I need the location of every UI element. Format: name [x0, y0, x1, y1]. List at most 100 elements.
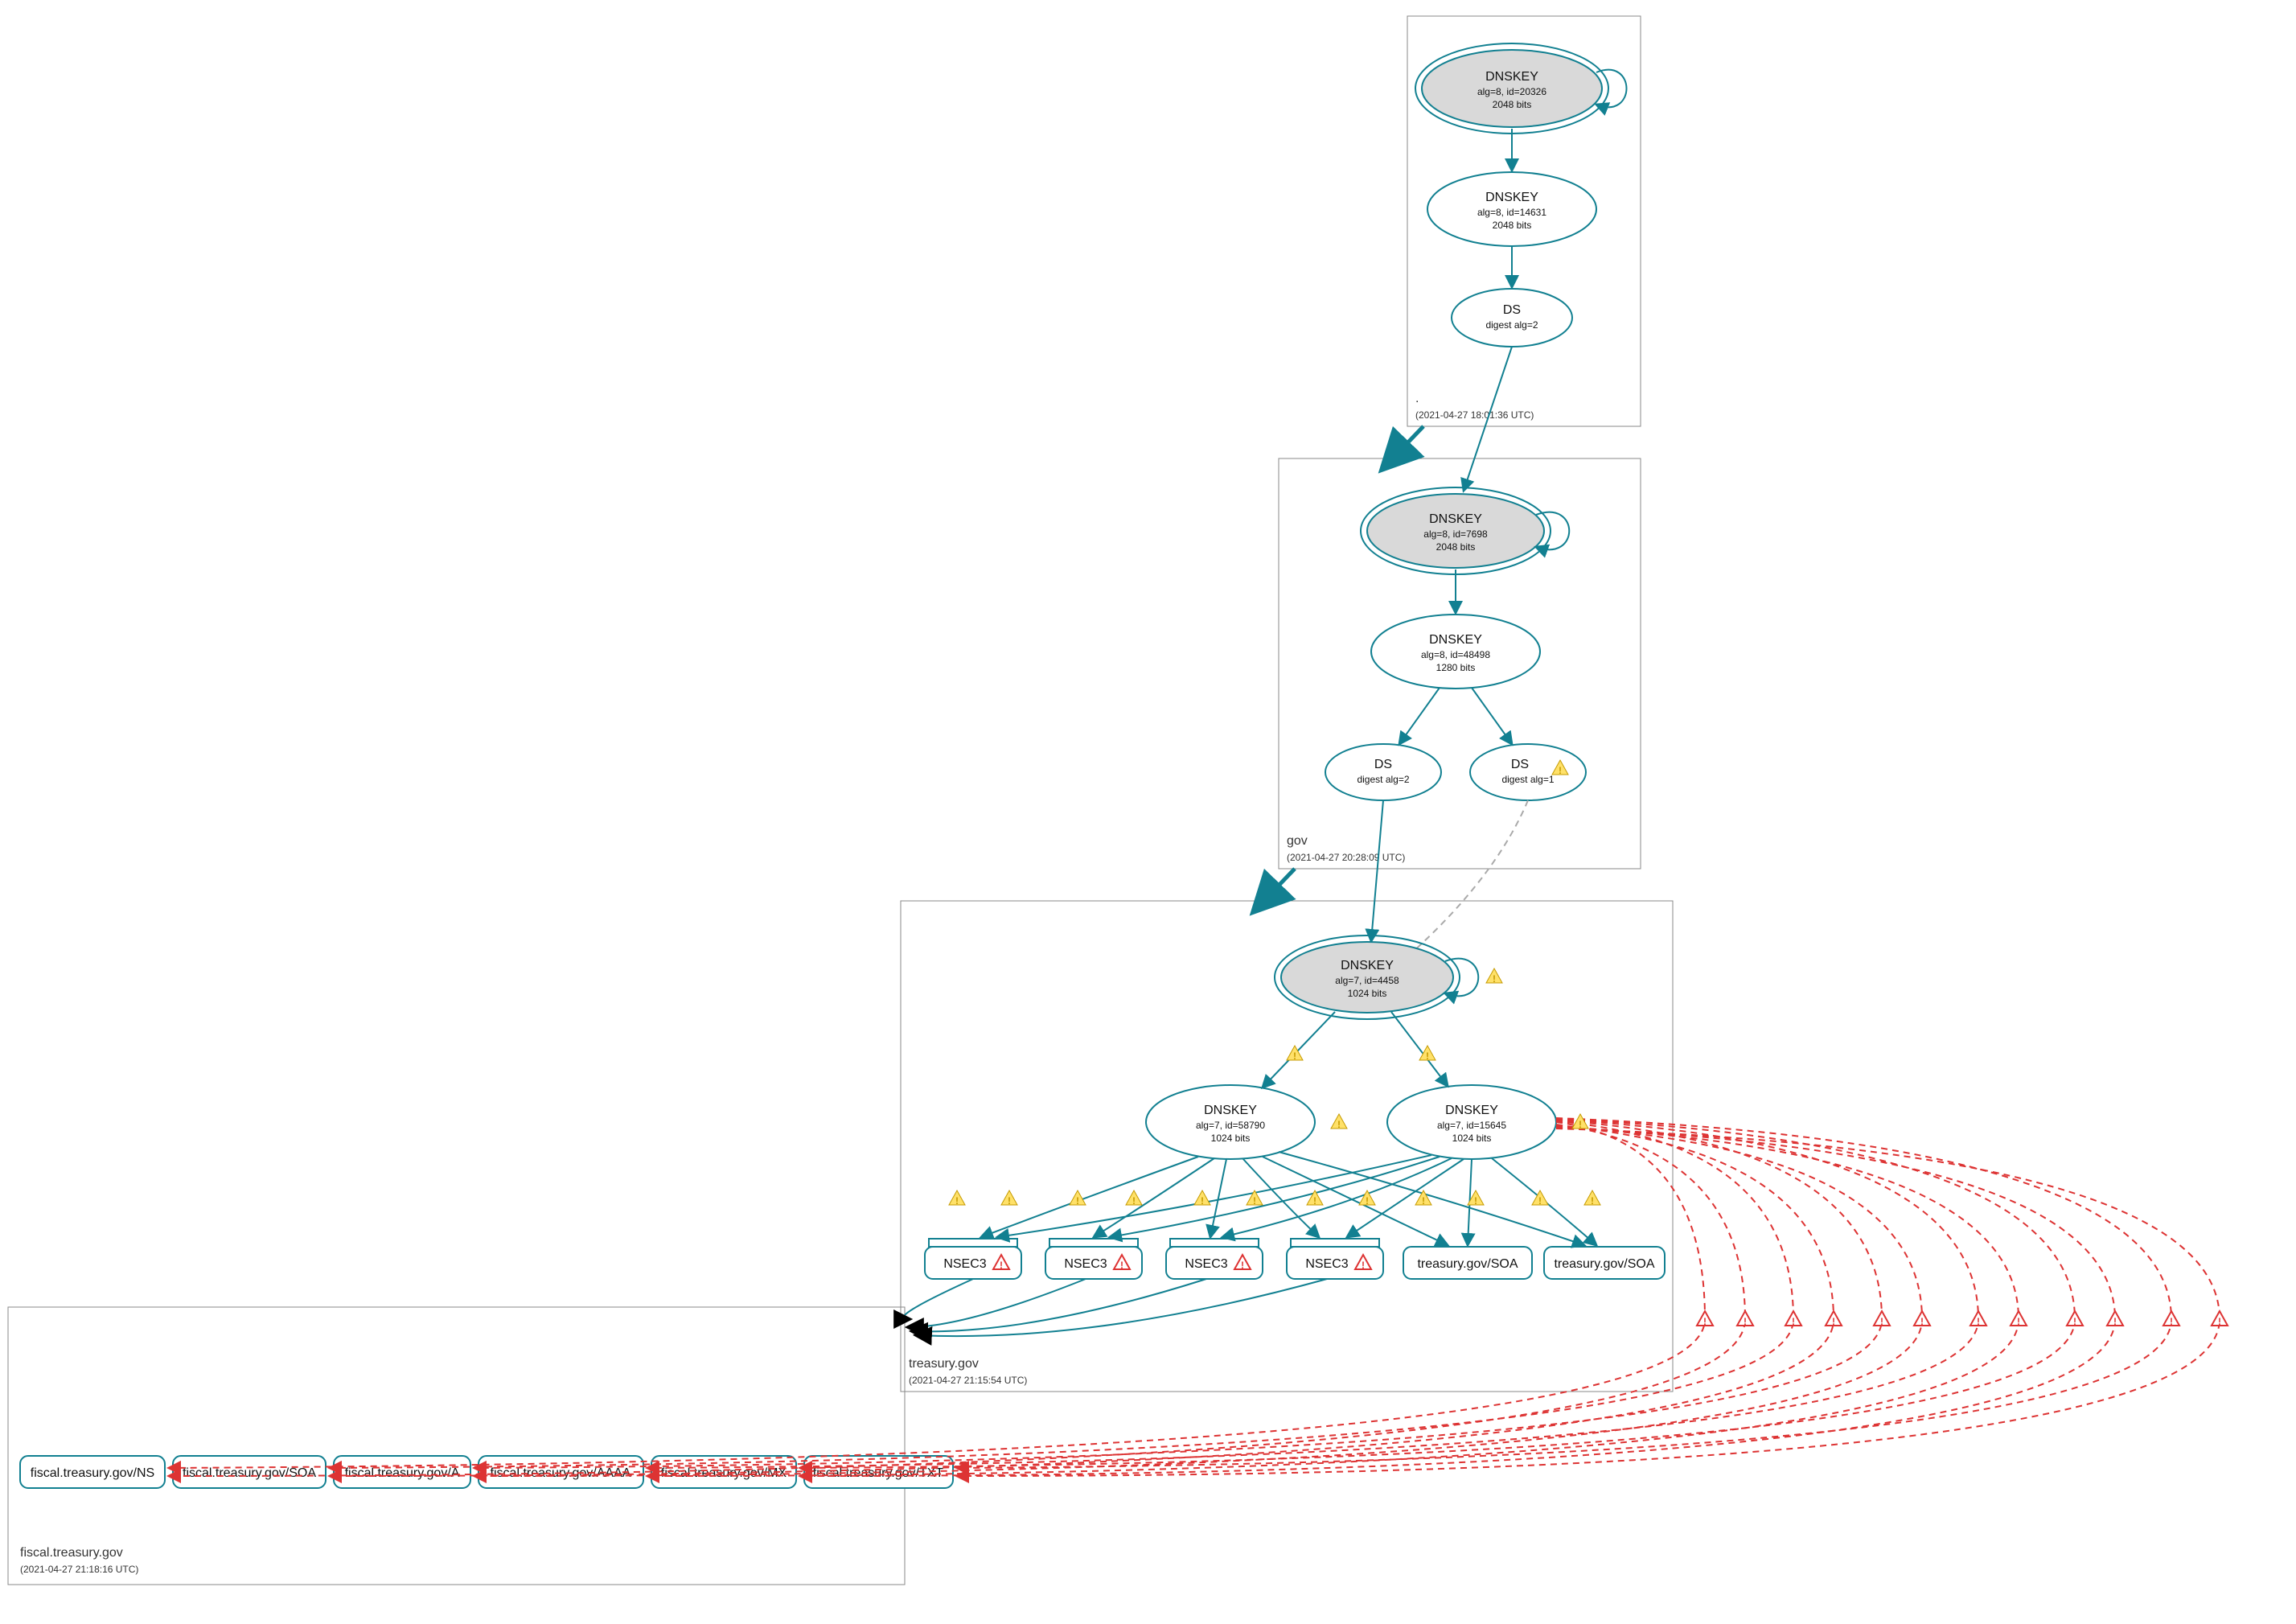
svg-text:DNSKEY: DNSKEY: [1204, 1104, 1257, 1117]
nsec3-1[interactable]: NSEC3: [925, 1239, 1021, 1279]
warn-icon: !: [1001, 1190, 1017, 1207]
warn-icon: !: [1419, 1046, 1436, 1062]
svg-text:!: !: [1744, 1316, 1747, 1327]
fiscal-ns[interactable]: fiscal.treasury.gov/NS: [20, 1456, 165, 1488]
svg-text:alg=7, id=4458: alg=7, id=4458: [1335, 975, 1399, 986]
svg-text:!: !: [1120, 1260, 1123, 1271]
svg-text:!: !: [1703, 1316, 1707, 1327]
error-icon: !: [1874, 1311, 1890, 1327]
svg-text:!: !: [1920, 1316, 1924, 1327]
svg-text:NSEC3: NSEC3: [1185, 1257, 1227, 1271]
svg-text:alg=7, id=15645: alg=7, id=15645: [1437, 1120, 1506, 1131]
error-icon: !: [2011, 1311, 2027, 1327]
svg-text:DNSKEY: DNSKEY: [1445, 1104, 1498, 1117]
warn-icon: !: [1247, 1190, 1263, 1207]
gov-ksk[interactable]: DNSKEY alg=8, id=7698 2048 bits: [1361, 487, 1551, 574]
svg-text:fiscal.treasury.gov/NS: fiscal.treasury.gov/NS: [31, 1466, 154, 1480]
svg-text:!: !: [2218, 1316, 2221, 1327]
svg-text:1280 bits: 1280 bits: [1436, 662, 1476, 673]
zone-treasury-ts: (2021-04-27 21:15:54 UTC): [909, 1375, 1027, 1386]
svg-text:DNSKEY: DNSKEY: [1341, 959, 1394, 972]
warn-icon: !: [1584, 1190, 1600, 1207]
warn-icon: !: [1126, 1190, 1142, 1207]
svg-text:alg=8, id=7698: alg=8, id=7698: [1423, 528, 1488, 540]
zone-gov-label: gov: [1287, 834, 1308, 848]
zone-treasury-label: treasury.gov: [909, 1357, 979, 1371]
svg-text:DS: DS: [1503, 303, 1521, 317]
svg-text:DS: DS: [1511, 758, 1529, 771]
svg-text:!: !: [2170, 1316, 2173, 1327]
svg-text:NSEC3: NSEC3: [1064, 1257, 1107, 1271]
svg-text:alg=8, id=20326: alg=8, id=20326: [1477, 86, 1546, 97]
warn-icon: !: [949, 1190, 965, 1207]
svg-text:!: !: [1366, 1195, 1369, 1207]
gov-zsk[interactable]: DNSKEY alg=8, id=48498 1280 bits: [1371, 615, 1540, 689]
svg-text:DNSKEY: DNSKEY: [1485, 70, 1538, 84]
zone-root-ts: (2021-04-27 18:01:36 UTC): [1415, 409, 1534, 421]
error-icon: !: [1914, 1311, 1930, 1327]
warn-icon: !: [1572, 1114, 1588, 1130]
zone-fiscal-label: fiscal.treasury.gov: [20, 1546, 123, 1560]
svg-text:!: !: [1832, 1316, 1835, 1327]
svg-text:alg=8, id=48498: alg=8, id=48498: [1421, 649, 1490, 660]
root-ksk[interactable]: DNSKEY alg=8, id=20326 2048 bits: [1415, 43, 1608, 134]
svg-text:fiscal.treasury.gov/A: fiscal.treasury.gov/A: [345, 1466, 460, 1480]
svg-text:!: !: [1253, 1195, 1256, 1207]
soa-1[interactable]: treasury.gov/SOA: [1403, 1247, 1532, 1279]
svg-text:alg=7, id=58790: alg=7, id=58790: [1196, 1120, 1265, 1131]
svg-text:!: !: [1538, 1195, 1542, 1207]
svg-text:DS: DS: [1374, 758, 1392, 771]
root-ds[interactable]: DS digest alg=2: [1452, 289, 1572, 347]
svg-text:DNSKEY: DNSKEY: [1429, 633, 1482, 647]
svg-text:!: !: [1493, 973, 1496, 985]
treasury-zsk2[interactable]: DNSKEY alg=7, id=15645 1024 bits: [1387, 1085, 1556, 1159]
warn-icon: !: [1415, 1190, 1431, 1207]
svg-text:treasury.gov/SOA: treasury.gov/SOA: [1554, 1257, 1654, 1271]
svg-text:!: !: [2073, 1316, 2076, 1327]
zone-root-label: .: [1415, 392, 1419, 405]
root-zsk[interactable]: DNSKEY alg=8, id=14631 2048 bits: [1427, 172, 1596, 246]
svg-text:2048 bits: 2048 bits: [1436, 541, 1476, 553]
fiscal-a[interactable]: fiscal.treasury.gov/A: [334, 1456, 470, 1488]
nsec3-3[interactable]: NSEC3: [1166, 1239, 1263, 1279]
svg-text:alg=8, id=14631: alg=8, id=14631: [1477, 207, 1546, 218]
zone-gov-ts: (2021-04-27 20:28:09 UTC): [1287, 852, 1405, 863]
svg-text:NSEC3: NSEC3: [943, 1257, 986, 1271]
svg-text:!: !: [1362, 1260, 1365, 1271]
svg-text:!: !: [1792, 1316, 1795, 1327]
soa-2[interactable]: treasury.gov/SOA: [1544, 1247, 1665, 1279]
svg-text:1024 bits: 1024 bits: [1211, 1133, 1251, 1144]
gov-ds1[interactable]: DS digest alg=2: [1325, 744, 1441, 800]
svg-text:1024 bits: 1024 bits: [1452, 1133, 1492, 1144]
treasury-ksk[interactable]: DNSKEY alg=7, id=4458 1024 bits: [1275, 935, 1460, 1019]
svg-text:digest alg=1: digest alg=1: [1501, 774, 1554, 785]
error-icon: !: [1826, 1311, 1842, 1327]
svg-text:!: !: [1241, 1260, 1244, 1271]
error-icon: !: [2107, 1311, 2123, 1327]
svg-text:!: !: [1008, 1195, 1011, 1207]
svg-text:!: !: [1337, 1119, 1341, 1130]
nsec3-4[interactable]: NSEC3: [1287, 1239, 1383, 1279]
svg-text:!: !: [1474, 1195, 1477, 1207]
svg-text:!: !: [1132, 1195, 1136, 1207]
svg-text:1024 bits: 1024 bits: [1348, 988, 1387, 999]
svg-text:!: !: [2113, 1316, 2117, 1327]
treasury-zsk1[interactable]: DNSKEY alg=7, id=58790 1024 bits: [1146, 1085, 1315, 1159]
error-icon: !: [2163, 1311, 2179, 1327]
fiscal-aaaa[interactable]: fiscal.treasury.gov/AAAA: [479, 1456, 643, 1488]
svg-text:digest alg=2: digest alg=2: [1485, 319, 1538, 331]
zone-fiscal-ts: (2021-04-27 21:18:16 UTC): [20, 1564, 138, 1575]
svg-text:!: !: [1000, 1260, 1003, 1271]
svg-text:!: !: [1313, 1195, 1316, 1207]
error-icon: !: [2067, 1311, 2083, 1327]
svg-text:digest alg=2: digest alg=2: [1357, 774, 1409, 785]
nsec3-2[interactable]: NSEC3: [1045, 1239, 1142, 1279]
svg-text:!: !: [1591, 1195, 1594, 1207]
svg-text:!: !: [1579, 1119, 1582, 1130]
gov-ds2[interactable]: DS digest alg=1: [1470, 744, 1586, 800]
warn-icon: !: [1194, 1190, 1210, 1207]
svg-text:!: !: [1977, 1316, 1980, 1327]
fiscal-soa[interactable]: fiscal.treasury.gov/SOA: [173, 1456, 326, 1488]
svg-text:DNSKEY: DNSKEY: [1429, 512, 1482, 526]
svg-text:!: !: [1880, 1316, 1883, 1327]
